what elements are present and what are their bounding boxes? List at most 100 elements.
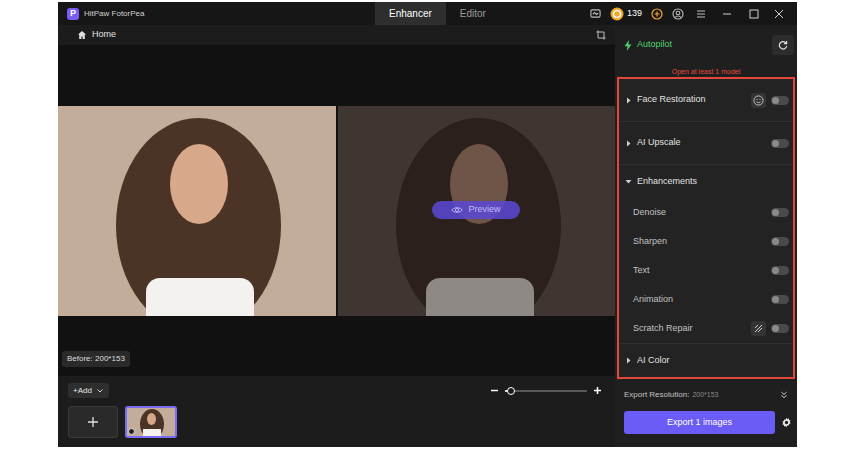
- refresh-button[interactable]: [772, 35, 794, 55]
- preview-area: Preview Before: 200*153: [58, 45, 615, 376]
- chevron-down-icon: [96, 388, 104, 394]
- zoom-in-icon[interactable]: [593, 386, 602, 395]
- menu-icon[interactable]: [693, 9, 709, 19]
- toggle-knob: [772, 296, 779, 303]
- autopilot-text: Autopilot: [637, 38, 672, 52]
- home-link[interactable]: Home: [77, 28, 116, 42]
- option-label: Scratch Repair: [633, 322, 693, 336]
- gallery-icon[interactable]: [590, 8, 601, 19]
- minimize-icon[interactable]: [718, 9, 736, 19]
- before-photo: [58, 106, 336, 316]
- close-icon[interactable]: [772, 9, 786, 19]
- caret-right-icon[interactable]: [625, 357, 632, 364]
- plus-icon: [87, 416, 99, 428]
- zoom-control: [490, 386, 602, 395]
- maximize-icon[interactable]: [745, 9, 763, 19]
- option-row: Scratch Repair: [619, 314, 793, 343]
- toggle-switch[interactable]: [771, 324, 789, 333]
- toggle-switch[interactable]: [771, 237, 789, 246]
- models-box: Face Restoration AI Upscale Enhancements De…: [617, 77, 795, 379]
- section-header[interactable]: AI Upscale: [619, 122, 793, 164]
- scratch-settings-button[interactable]: [751, 321, 766, 336]
- toggle-knob: [772, 209, 779, 216]
- coin-icon: [610, 7, 624, 21]
- brush-icon: [753, 323, 764, 334]
- toggle-knob: [772, 97, 779, 104]
- toggle-knob: [772, 238, 779, 245]
- preview-label: Preview: [468, 203, 500, 217]
- model-section: Face Restoration: [619, 79, 793, 122]
- toggle-switch[interactable]: [771, 96, 789, 105]
- option-row: Denoise: [619, 198, 793, 227]
- option-row: Animation: [619, 285, 793, 314]
- export-button[interactable]: Export 1 images: [624, 411, 775, 434]
- settings-panel: Autopilot Open at least 1 model Face Res…: [615, 25, 797, 447]
- toggle-switch[interactable]: [771, 208, 789, 217]
- zoom-track[interactable]: [505, 390, 587, 392]
- zoom-out-icon[interactable]: [490, 386, 499, 395]
- toggle-knob: [772, 325, 779, 332]
- section-label: Face Restoration: [637, 93, 706, 107]
- section-header[interactable]: AI Color: [619, 344, 793, 377]
- toggle-switch[interactable]: [771, 295, 789, 304]
- title-bar: P HitPaw FotorPea EnhancerEditor 139: [58, 2, 797, 25]
- home-icon: [77, 30, 87, 40]
- export-resolution-value: 200*153: [692, 390, 718, 401]
- coins-badge[interactable]: 139: [610, 7, 642, 21]
- add-button[interactable]: +Add: [68, 383, 109, 398]
- option-label: Text: [633, 264, 650, 278]
- section-label: Enhancements: [637, 175, 697, 189]
- gear-icon[interactable]: [781, 417, 792, 428]
- toggle-knob: [772, 140, 779, 147]
- face-settings-button[interactable]: [751, 93, 766, 108]
- section-header[interactable]: Enhancements: [619, 165, 793, 198]
- status-icon: [128, 428, 135, 435]
- option-row: Sharpen: [619, 227, 793, 256]
- model-section: Enhancements Denoise Sharpen Text Animation S…: [619, 165, 793, 344]
- section-label: AI Upscale: [637, 136, 681, 150]
- caret-right-icon[interactable]: [625, 97, 632, 104]
- app-logo: P: [67, 8, 79, 20]
- model-section: AI Upscale: [619, 122, 793, 165]
- export-resolution-label: Export Resolution:: [624, 389, 689, 401]
- eye-icon: [451, 206, 463, 214]
- before-label: Before: 200*153: [62, 351, 130, 367]
- user-icon[interactable]: [672, 8, 684, 20]
- face-shape: [147, 413, 156, 425]
- toggle-switch[interactable]: [771, 266, 789, 275]
- add-label: +Add: [73, 385, 92, 397]
- app-title: HitPaw FotorPea: [84, 8, 144, 20]
- option-label: Animation: [633, 293, 673, 307]
- autopilot-label[interactable]: Autopilot: [624, 38, 672, 52]
- toggle-switch[interactable]: [771, 139, 789, 148]
- home-bar: Home: [58, 25, 615, 45]
- warning-text: Open at least 1 model: [672, 68, 741, 75]
- option-row: Text: [619, 256, 793, 285]
- image-thumbnail[interactable]: [125, 406, 177, 438]
- app-window: P HitPaw FotorPea EnhancerEditor 139: [58, 2, 797, 447]
- coin-count: 139: [627, 7, 642, 21]
- home-label: Home: [92, 28, 116, 42]
- shirt-shape: [143, 429, 161, 437]
- double-chevron-icon[interactable]: [780, 391, 788, 399]
- zoom-knob[interactable]: [507, 387, 515, 395]
- option-label: Sharpen: [633, 235, 667, 249]
- bottom-strip: +Add: [58, 376, 615, 447]
- plus-icon[interactable]: [651, 8, 663, 20]
- add-image-tile[interactable]: [68, 406, 118, 438]
- preview-button[interactable]: Preview: [432, 201, 520, 219]
- tab[interactable]: Editor: [446, 2, 500, 25]
- crop-icon[interactable]: [596, 30, 606, 40]
- model-section: AI Color: [619, 344, 793, 377]
- lightning-icon: [624, 40, 632, 51]
- tab[interactable]: Enhancer: [375, 2, 446, 25]
- tab-bar: EnhancerEditor: [375, 2, 500, 25]
- face-icon: [753, 95, 764, 106]
- caret-down-icon[interactable]: [625, 178, 632, 185]
- caret-right-icon[interactable]: [625, 140, 632, 147]
- face-shape: [170, 144, 228, 224]
- refresh-icon: [778, 40, 788, 50]
- shirt-shape: [426, 278, 534, 316]
- section-header[interactable]: Face Restoration: [619, 79, 793, 121]
- shirt-shape: [146, 278, 254, 316]
